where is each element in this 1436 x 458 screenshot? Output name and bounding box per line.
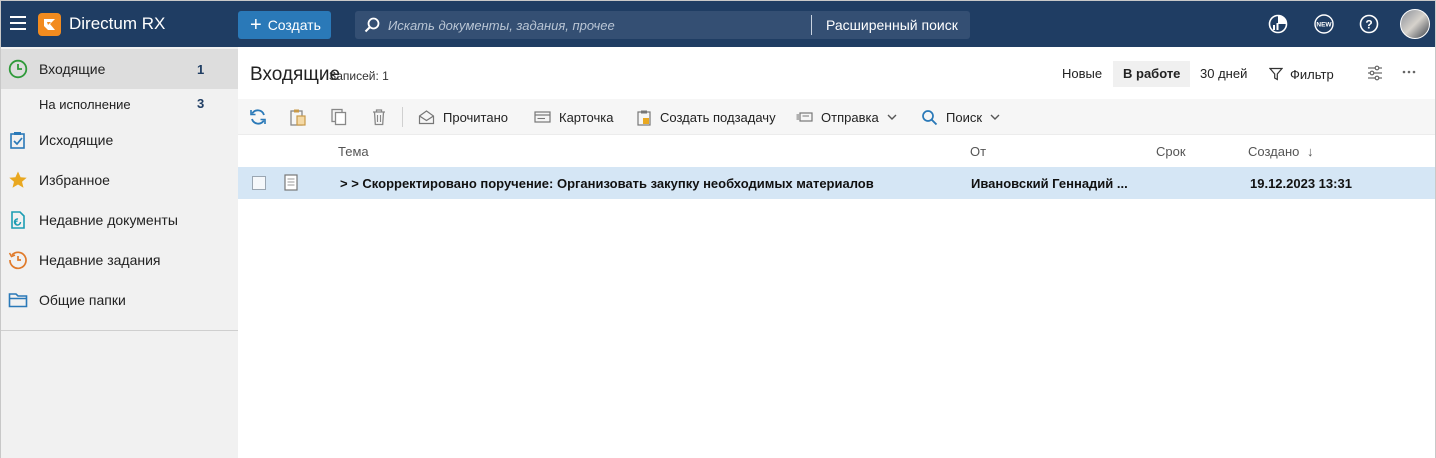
folder-icon xyxy=(8,293,28,308)
card-icon xyxy=(534,111,551,123)
global-search: Расширенный поиск xyxy=(355,11,970,39)
create-label: Создать xyxy=(267,17,321,33)
table-row[interactable]: > > Скорректировано поручение: Организов… xyxy=(238,167,1435,199)
sidebar-item-label: Входящие xyxy=(39,61,106,77)
toolbar: Прочитано Карточка Создать подзадачу Отп… xyxy=(238,99,1435,135)
tab-30-days[interactable]: 30 дней xyxy=(1190,61,1257,87)
send-icon xyxy=(796,112,813,122)
top-bar: Directum RX + Создать Расширенный поиск N… xyxy=(1,1,1435,47)
toolbar-separator xyxy=(402,107,403,127)
refresh-icon[interactable] xyxy=(249,107,267,127)
column-header-label: Создано xyxy=(1248,144,1300,159)
envelope-open-icon xyxy=(418,110,435,125)
create-subtask-label: Создать подзадачу xyxy=(660,109,776,125)
search-label: Поиск xyxy=(946,109,983,125)
sort-arrow-icon: ↓ xyxy=(1307,144,1314,159)
records-count: Записей: 1 xyxy=(329,69,389,83)
column-header-from[interactable]: От xyxy=(970,144,986,159)
copy-icon[interactable] xyxy=(330,107,348,127)
sidebar-item-outgoing[interactable]: Исходящие xyxy=(1,120,238,160)
filter-button[interactable]: Фильтр xyxy=(1259,61,1344,87)
clock-icon xyxy=(8,59,28,79)
search-icon xyxy=(364,17,380,33)
svg-text:?: ? xyxy=(1365,18,1372,32)
settings-sliders-icon[interactable] xyxy=(1367,65,1383,81)
sidebar-item-favorites[interactable]: Избранное xyxy=(1,160,238,200)
sidebar-item-label: Исходящие xyxy=(39,132,114,148)
search-dropdown[interactable]: Поиск xyxy=(921,107,1008,127)
sidebar-item-label: Общие папки xyxy=(39,292,126,308)
card-label: Карточка xyxy=(559,109,614,125)
plus-icon: + xyxy=(250,14,262,36)
main-panel: Входящие Записей: 1 Новые В работе 30 дн… xyxy=(238,47,1435,458)
menu-icon[interactable] xyxy=(10,16,26,30)
send-label: Отправка xyxy=(821,109,879,125)
sidebar: Входящие 1 На исполнение 3 Исходящие Изб… xyxy=(1,47,238,458)
mark-read-button[interactable]: Прочитано xyxy=(418,107,508,127)
recent-document-icon xyxy=(11,211,25,229)
search-input[interactable] xyxy=(388,11,828,39)
directum-logo-icon[interactable] xyxy=(38,13,61,36)
delete-icon[interactable] xyxy=(370,107,388,127)
svg-text:NEW: NEW xyxy=(1316,22,1332,29)
checklist-icon xyxy=(10,132,25,149)
chevron-down-icon xyxy=(990,114,1000,120)
paste-icon[interactable] xyxy=(289,107,307,127)
sidebar-item-shared-folders[interactable]: Общие папки xyxy=(1,280,238,320)
tab-in-progress[interactable]: В работе xyxy=(1113,61,1191,87)
row-from: Ивановский Геннадий ... xyxy=(971,176,1128,191)
user-avatar[interactable] xyxy=(1400,9,1430,39)
sidebar-item-count: 1 xyxy=(197,61,205,77)
search-divider xyxy=(811,15,812,35)
sidebar-item-count: 3 xyxy=(197,96,205,111)
new-features-icon[interactable]: NEW xyxy=(1314,14,1334,34)
sidebar-item-label: Недавние документы xyxy=(39,212,178,228)
advanced-search-button[interactable]: Расширенный поиск xyxy=(826,17,958,33)
tab-new[interactable]: Новые xyxy=(1052,61,1112,87)
more-options-icon[interactable] xyxy=(1402,70,1416,74)
search-icon xyxy=(922,109,938,125)
page-title: Входящие xyxy=(250,64,341,85)
column-header-deadline[interactable]: Срок xyxy=(1156,144,1186,159)
brand-name[interactable]: Directum RX xyxy=(69,14,165,34)
star-icon xyxy=(9,171,27,188)
row-created: 19.12.2023 13:31 xyxy=(1250,176,1352,191)
create-subtask-button[interactable]: Создать подзадачу xyxy=(636,107,776,127)
subtask-icon xyxy=(637,110,651,126)
document-icon xyxy=(284,174,298,191)
row-checkbox[interactable] xyxy=(252,176,266,190)
filter-label: Фильтр xyxy=(1290,66,1334,82)
sidebar-item-label: Недавние задания xyxy=(39,252,161,268)
sidebar-divider xyxy=(1,330,238,331)
sidebar-item-label: Избранное xyxy=(39,172,110,188)
dashboard-icon[interactable] xyxy=(1268,14,1288,34)
filter-icon xyxy=(1269,67,1283,81)
column-header-created[interactable]: Создано ↓ xyxy=(1248,144,1314,159)
help-icon[interactable]: ? xyxy=(1359,14,1379,34)
send-dropdown[interactable]: Отправка xyxy=(796,107,905,127)
chevron-down-icon xyxy=(887,114,897,120)
sidebar-item-for-execution[interactable]: На исполнение 3 xyxy=(1,91,238,119)
sidebar-item-recent-documents[interactable]: Недавние документы xyxy=(1,200,238,240)
sidebar-item-recent-tasks[interactable]: Недавние задания xyxy=(1,240,238,280)
column-header-subject[interactable]: Тема xyxy=(338,144,369,159)
card-button[interactable]: Карточка xyxy=(534,107,613,127)
recent-task-icon xyxy=(8,251,27,270)
row-subject: > > Скорректировано поручение: Организов… xyxy=(340,176,874,191)
sidebar-item-incoming[interactable]: Входящие 1 xyxy=(1,49,238,89)
mark-read-label: Прочитано xyxy=(443,109,508,125)
create-button[interactable]: + Создать xyxy=(238,11,331,39)
sidebar-item-label: На исполнение xyxy=(39,97,131,112)
